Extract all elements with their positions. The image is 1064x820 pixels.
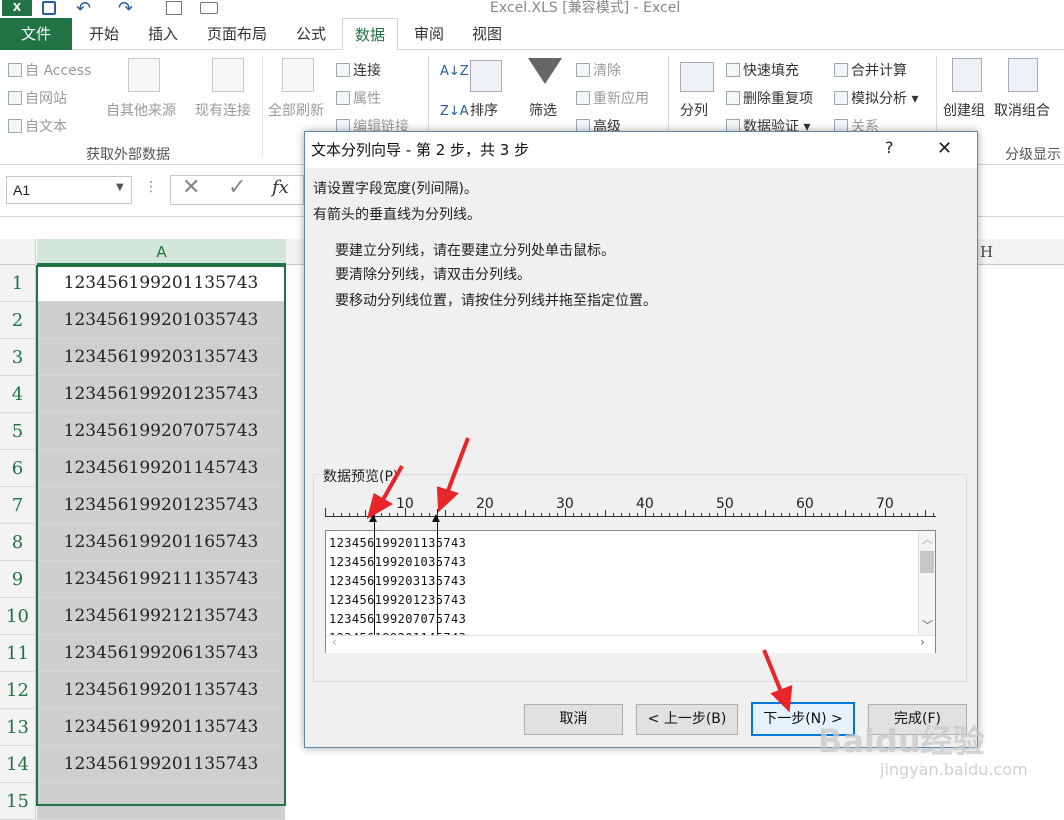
annotation-overlay	[366, 437, 793, 713]
watermark-logo: Baidu经验	[818, 722, 985, 760]
annotation-arrow	[444, 437, 470, 497]
annotation-arrowhead	[770, 684, 793, 713]
annotation-arrow	[762, 649, 784, 695]
watermark-url: jingyan.baidu.com	[880, 760, 1028, 779]
annotation-arrowhead	[366, 492, 394, 520]
annotation-arrowhead	[436, 486, 459, 513]
